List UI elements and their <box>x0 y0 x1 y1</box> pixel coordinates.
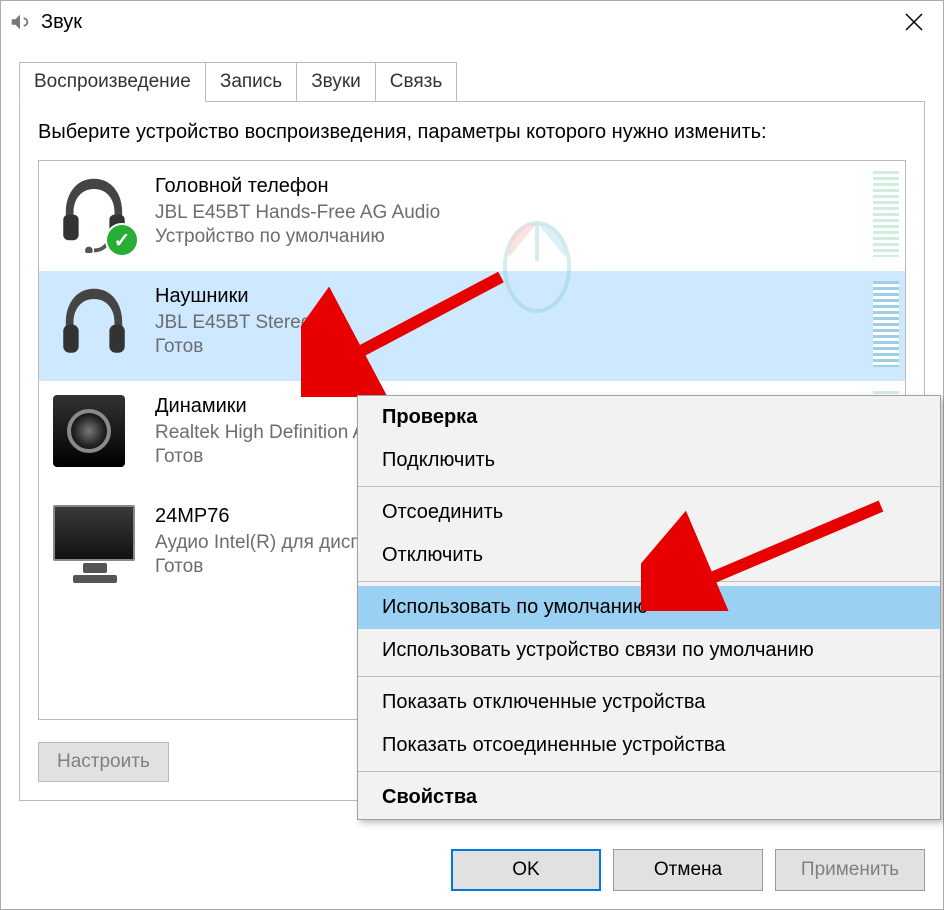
device-desc: JBL E45BT Hands-Free AG Audio <box>155 202 440 224</box>
menu-item-properties[interactable]: Свойства <box>358 776 940 819</box>
menu-separator <box>358 486 940 487</box>
app-icon <box>7 9 33 35</box>
ok-button[interactable]: OK <box>451 849 601 891</box>
configure-button[interactable]: Настроить <box>38 742 169 782</box>
sound-dialog: Звук Воспроизведение Запись Звуки Связь … <box>0 0 944 910</box>
menu-item-connect[interactable]: Подключить <box>358 439 940 482</box>
headphones-icon <box>53 281 135 363</box>
device-item-headphones[interactable]: Наушники JBL E45BT Stereo Готов <box>39 271 905 381</box>
instruction-text: Выберите устройство воспроизведения, пар… <box>38 118 906 146</box>
menu-separator <box>358 771 940 772</box>
menu-item-set-default-comm[interactable]: Использовать устройство связи по умолчан… <box>358 629 940 672</box>
speaker-icon <box>53 391 135 473</box>
tab-playback[interactable]: Воспроизведение <box>19 62 206 102</box>
menu-item-set-default[interactable]: Использовать по умолчанию <box>358 586 940 629</box>
monitor-icon <box>53 501 135 583</box>
close-button[interactable] <box>891 1 937 43</box>
level-meter <box>873 281 899 367</box>
device-item-headset[interactable]: ✓ Головной телефон JBL E45BT Hands-Free … <box>39 161 905 271</box>
device-desc: JBL E45BT Stereo <box>155 312 311 334</box>
headset-icon: ✓ <box>53 171 135 253</box>
context-menu: Проверка Подключить Отсоединить Отключит… <box>357 395 941 820</box>
device-name: Головной телефон <box>155 175 440 198</box>
menu-separator <box>358 581 940 582</box>
tab-comm[interactable]: Связь <box>375 62 458 102</box>
tab-record[interactable]: Запись <box>205 62 297 102</box>
menu-item-show-disconnected[interactable]: Показать отсоединенные устройства <box>358 724 940 767</box>
menu-separator <box>358 676 940 677</box>
menu-item-show-disabled[interactable]: Показать отключенные устройства <box>358 681 940 724</box>
menu-item-disconnect[interactable]: Отсоединить <box>358 491 940 534</box>
window-title: Звук <box>41 11 82 34</box>
device-name: Наушники <box>155 285 311 308</box>
tab-strip: Воспроизведение Запись Звуки Связь <box>19 62 925 102</box>
tab-sounds[interactable]: Звуки <box>296 62 376 102</box>
device-status: Устройство по умолчанию <box>155 226 440 248</box>
menu-item-disable[interactable]: Отключить <box>358 534 940 577</box>
default-check-icon: ✓ <box>105 223 139 257</box>
titlebar: Звук <box>1 1 943 43</box>
device-status: Готов <box>155 336 311 358</box>
dialog-button-bar: OK Отмена Применить <box>451 849 925 891</box>
apply-button[interactable]: Применить <box>775 849 925 891</box>
level-meter <box>873 171 899 257</box>
menu-item-test[interactable]: Проверка <box>358 396 940 439</box>
cancel-button[interactable]: Отмена <box>613 849 763 891</box>
